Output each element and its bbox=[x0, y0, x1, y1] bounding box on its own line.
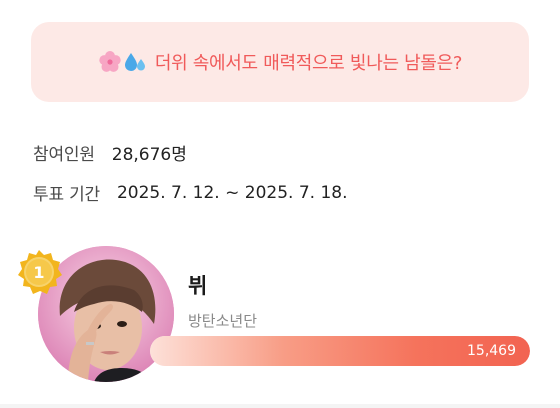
rank-number: 1 bbox=[33, 263, 44, 282]
idol-name: 뷔 bbox=[188, 274, 208, 298]
poll-title: 더위 속에서도 매력적으로 빛나는 남돌은? bbox=[154, 53, 463, 74]
divider bbox=[0, 404, 560, 408]
vote-bar: 15,469 bbox=[150, 336, 530, 366]
vote-period-row: 투표 기간 2025. 7. 12. ~ 2025. 7. 18. bbox=[33, 180, 348, 206]
vote-count: 15,469 bbox=[467, 343, 516, 359]
banner-icons bbox=[98, 50, 147, 74]
sweat-droplets-icon bbox=[124, 53, 145, 71]
participants-count: 28,676명 bbox=[111, 145, 187, 165]
participants-label: 참여인원 bbox=[33, 145, 95, 165]
rank-item[interactable]: 1 뷔 방탄소년단 15,469 bbox=[0, 240, 560, 400]
vote-period-label: 투표 기간 bbox=[33, 185, 100, 205]
participants-row: 참여인원 28,676명 bbox=[33, 140, 187, 165]
gold-medal-rank-icon: 1 bbox=[18, 250, 62, 294]
vote-period-value: 2025. 7. 12. ~ 2025. 7. 18. bbox=[116, 182, 348, 203]
idol-group: 방탄소년단 bbox=[188, 312, 258, 330]
poll-banner: 더위 속에서도 매력적으로 빛나는 남돌은? bbox=[31, 22, 529, 102]
cherry-blossom-icon bbox=[99, 51, 121, 72]
